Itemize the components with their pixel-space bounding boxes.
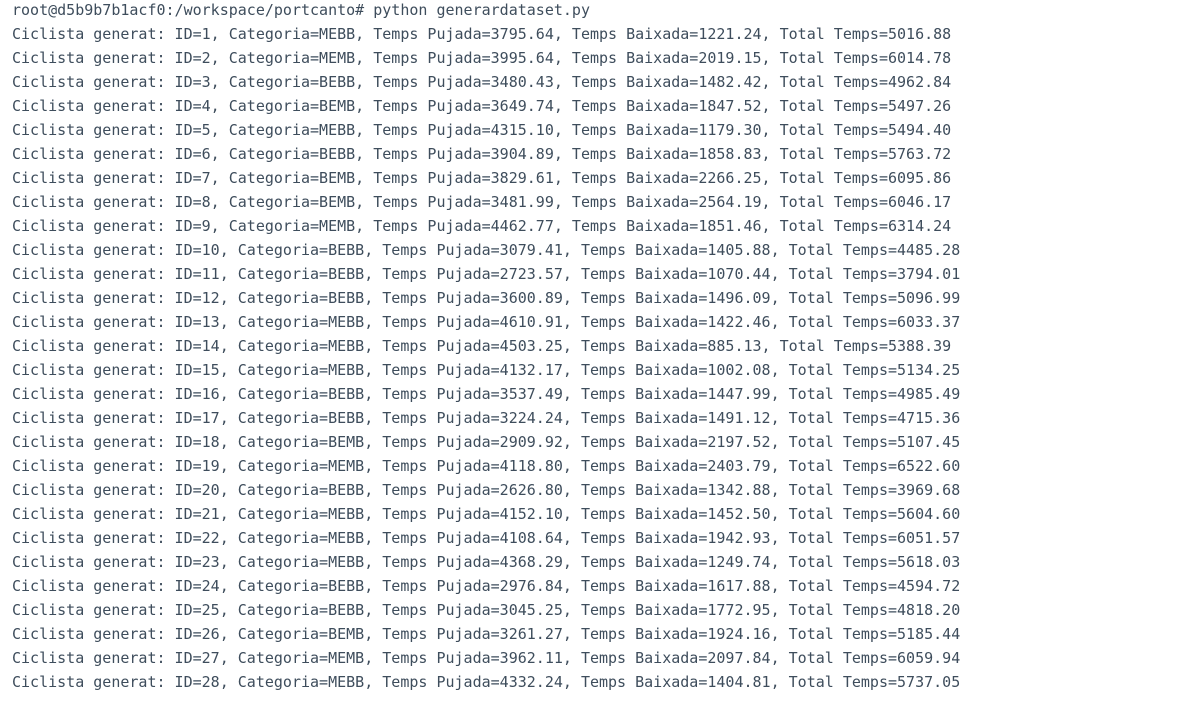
output-line: Ciclista generat: ID=4, Categoria=BEMB, … <box>12 97 952 115</box>
shell-prompt: root@d5b9b7b1acf0:/workspace/portcanto# <box>12 1 365 19</box>
output-line: Ciclista generat: ID=28, Categoria=MEBB,… <box>12 673 961 691</box>
output-line: Ciclista generat: ID=1, Categoria=MEBB, … <box>12 25 952 43</box>
shell-command: python generardataset.py <box>373 1 590 19</box>
output-line: Ciclista generat: ID=27, Categoria=MEMB,… <box>12 649 961 667</box>
output-line: Ciclista generat: ID=26, Categoria=BEMB,… <box>12 625 961 643</box>
output-line: Ciclista generat: ID=9, Categoria=MEMB, … <box>12 217 952 235</box>
output-line: Ciclista generat: ID=15, Categoria=MEBB,… <box>12 361 961 379</box>
output-line: Ciclista generat: ID=24, Categoria=BEBB,… <box>12 577 961 595</box>
output-line: Ciclista generat: ID=10, Categoria=BEBB,… <box>12 241 961 259</box>
output-line: Ciclista generat: ID=18, Categoria=BEMB,… <box>12 433 961 451</box>
output-line: Ciclista generat: ID=25, Categoria=BEBB,… <box>12 601 961 619</box>
output-line: Ciclista generat: ID=19, Categoria=MEMB,… <box>12 457 961 475</box>
output-line: Ciclista generat: ID=14, Categoria=MEBB,… <box>12 337 952 355</box>
terminal-window[interactable]: root@d5b9b7b1acf0:/workspace/portcanto# … <box>0 0 1199 702</box>
output-line: Ciclista generat: ID=13, Categoria=MEBB,… <box>12 313 961 331</box>
output-line: Ciclista generat: ID=21, Categoria=MEBB,… <box>12 505 961 523</box>
output-line: Ciclista generat: ID=22, Categoria=MEBB,… <box>12 529 961 547</box>
output-line: Ciclista generat: ID=11, Categoria=BEBB,… <box>12 265 961 283</box>
output-line: Ciclista generat: ID=7, Categoria=BEMB, … <box>12 169 952 187</box>
output-line: Ciclista generat: ID=2, Categoria=MEMB, … <box>12 49 952 67</box>
output-line: Ciclista generat: ID=12, Categoria=BEBB,… <box>12 289 961 307</box>
output-line: Ciclista generat: ID=20, Categoria=BEBB,… <box>12 481 961 499</box>
output-line: Ciclista generat: ID=5, Categoria=MEBB, … <box>12 121 952 139</box>
command-prompt-line: root@d5b9b7b1acf0:/workspace/portcanto# … <box>12 0 1199 22</box>
output-line: Ciclista generat: ID=16, Categoria=BEBB,… <box>12 385 961 403</box>
output-line: Ciclista generat: ID=3, Categoria=BEBB, … <box>12 73 952 91</box>
output-line: Ciclista generat: ID=23, Categoria=MEBB,… <box>12 553 961 571</box>
output-line: Ciclista generat: ID=6, Categoria=BEBB, … <box>12 145 952 163</box>
output-line: Ciclista generat: ID=17, Categoria=BEBB,… <box>12 409 961 427</box>
output-line: Ciclista generat: ID=8, Categoria=BEMB, … <box>12 193 952 211</box>
